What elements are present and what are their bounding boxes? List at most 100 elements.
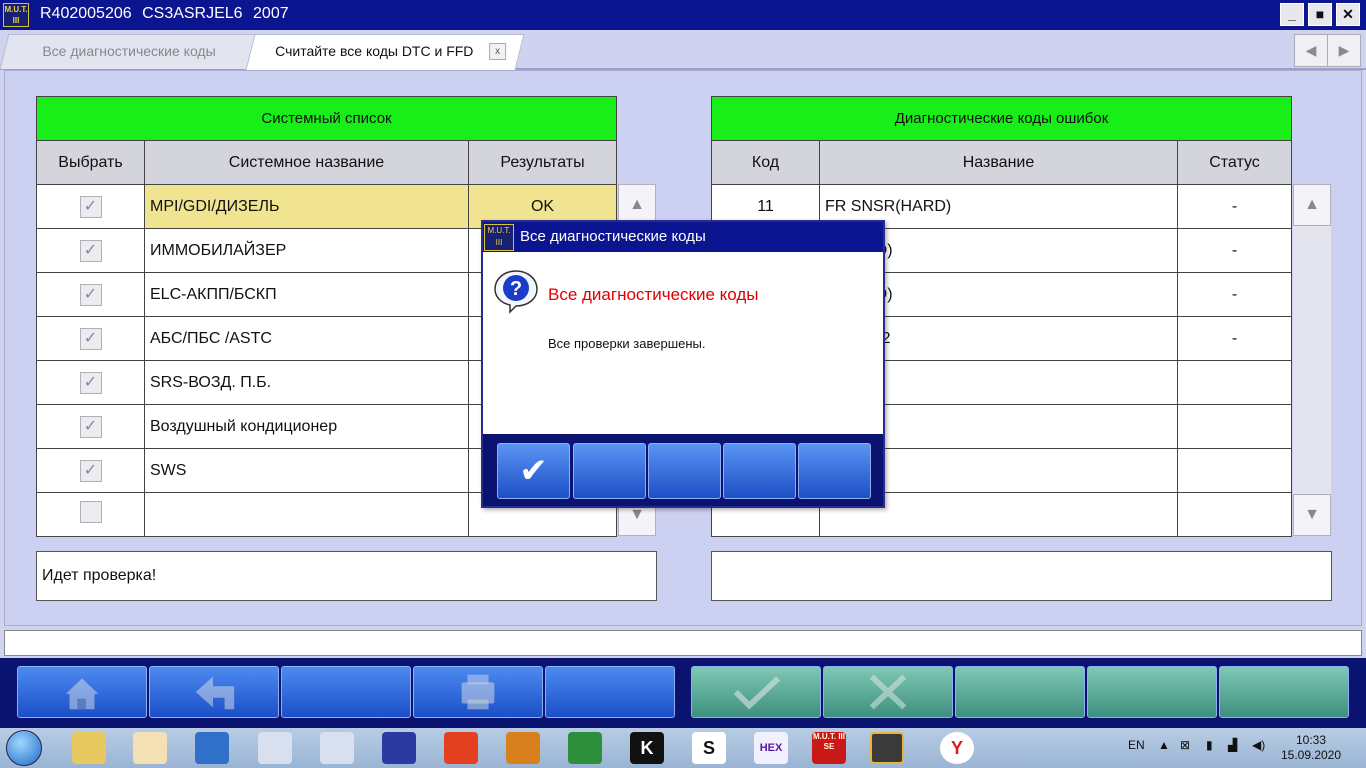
s-app-icon[interactable]: S	[692, 732, 726, 764]
tab-close-icon[interactable]: x	[489, 43, 507, 60]
dtc-title: Диагностические коды ошибок	[711, 96, 1292, 141]
toolbar-button[interactable]	[955, 666, 1085, 718]
tab-read-dtc-ffd[interactable]: Считайте все коды DTC и FFD x	[245, 34, 525, 70]
explorer-icon[interactable]	[72, 732, 106, 764]
checkbox[interactable]: ✓	[79, 459, 102, 482]
dtc-status	[1177, 492, 1292, 537]
checkmark-icon: ✔	[519, 452, 548, 490]
mmc-app-icon[interactable]	[870, 732, 904, 764]
dtc-scrollbar[interactable]: ▲ ▼	[1293, 184, 1331, 536]
window-title: R402005206 CS3ASRJEL6 2007	[40, 5, 289, 22]
checkbox[interactable]: ✓	[79, 195, 102, 218]
system-list-title: Системный список	[36, 96, 617, 141]
checkbox[interactable]: ✓	[79, 283, 102, 306]
camera-icon[interactable]	[506, 732, 540, 764]
toolbar-button[interactable]	[1219, 666, 1349, 718]
svg-text:?: ?	[510, 278, 522, 300]
checkbox[interactable]	[79, 501, 102, 523]
dtc-status	[1177, 360, 1292, 405]
tray-expand-icon[interactable]: ▲	[1158, 738, 1170, 752]
cancel-icon	[869, 674, 907, 710]
dialog-button[interactable]	[723, 443, 796, 499]
paint-icon[interactable]	[133, 732, 167, 764]
clock-date: 15.09.2020	[1280, 748, 1342, 762]
system-name: АБС/ПБС /ASTC	[144, 316, 469, 361]
checkbox[interactable]: ✓	[79, 415, 102, 438]
back-icon	[195, 676, 235, 710]
dialog-button[interactable]	[573, 443, 646, 499]
dialog-message: Все проверки завершены.	[548, 336, 706, 351]
no-sign-icon[interactable]	[444, 732, 478, 764]
scroll-down-icon[interactable]: ▼	[1293, 494, 1331, 536]
road-app-icon[interactable]	[568, 732, 602, 764]
dtc-status: -	[1177, 316, 1292, 361]
tab-label: Все диагностические коды	[42, 43, 216, 59]
floppy-icon[interactable]	[382, 732, 416, 764]
home-icon	[65, 678, 99, 710]
volume-icon[interactable]: ◀)	[1252, 738, 1265, 752]
toolbar-button[interactable]	[545, 666, 675, 718]
toolbar-button[interactable]	[1087, 666, 1217, 718]
scroll-up-icon[interactable]: ▲	[1293, 184, 1331, 226]
checkbox[interactable]: ✓	[79, 371, 102, 394]
tab-all-diagnostic-codes[interactable]: Все диагностические коды	[0, 34, 259, 69]
tab-label: Считайте все коды DTC и FFD	[275, 43, 474, 59]
clock-time: 10:33	[1295, 733, 1327, 747]
ok-button[interactable]: ✔	[497, 443, 570, 499]
column-header: Статус	[1177, 140, 1292, 185]
column-header: Код	[711, 140, 820, 185]
system-name	[144, 492, 469, 537]
toolbar-button[interactable]	[281, 666, 411, 718]
search-tool-icon[interactable]	[320, 732, 354, 764]
mut-app-icon[interactable]: M.U.T. III SE	[812, 732, 846, 764]
dialog-title-bar: M.U.T. III Все диагностические коды	[483, 222, 883, 252]
mut-logo: M.U.T. III	[484, 224, 514, 251]
dtc-status-box	[711, 551, 1332, 601]
search-tool-icon[interactable]	[258, 732, 292, 764]
battery-icon[interactable]: ▮	[1206, 738, 1213, 752]
checkmark-icon	[733, 676, 781, 710]
k-app-icon[interactable]: K	[630, 732, 664, 764]
column-header: Результаты	[468, 140, 617, 185]
back-button[interactable]	[149, 666, 279, 718]
system-name: MPI/GDI/ДИЗЕЛЬ	[144, 184, 469, 229]
start-button[interactable]	[6, 730, 42, 766]
close-button[interactable]: ✕	[1336, 3, 1360, 26]
message-strip	[4, 630, 1362, 656]
minimize-button[interactable]: _	[1280, 3, 1304, 26]
clock[interactable]: 10:33 15.09.2020	[1280, 733, 1342, 763]
dtc-status	[1177, 404, 1292, 449]
question-icon: ?	[494, 270, 538, 314]
printer-icon	[461, 674, 495, 710]
dialog-heading: Все диагностические коды	[548, 285, 759, 304]
home-button[interactable]	[17, 666, 147, 718]
checkbox[interactable]: ✓	[79, 239, 102, 262]
dtc-status	[1177, 448, 1292, 493]
system-name: SWS	[144, 448, 469, 493]
hex-app-icon[interactable]: HEX	[754, 732, 788, 764]
tab-next-button[interactable]: ▶	[1327, 34, 1361, 67]
dtc-status: -	[1177, 228, 1292, 273]
column-header: Выбрать	[36, 140, 145, 185]
dialog-button-bar: ✔	[483, 434, 883, 506]
signal-icon[interactable]: ▟	[1228, 738, 1237, 752]
column-header: Системное название	[144, 140, 469, 185]
system-status-box: Идет проверка!	[36, 551, 657, 601]
yandex-browser-icon[interactable]: Y	[940, 732, 974, 764]
cancel-button[interactable]	[823, 666, 953, 718]
dtc-status: -	[1177, 272, 1292, 317]
checkbox[interactable]: ✓	[79, 327, 102, 350]
tab-prev-button[interactable]: ◀	[1294, 34, 1328, 67]
system-name: ИММОБИЛАЙЗЕР	[144, 228, 469, 273]
confirm-button[interactable]	[691, 666, 821, 718]
completion-dialog: M.U.T. III Все диагностические коды ? Вс…	[481, 220, 885, 508]
network-icon[interactable]: ⊠	[1180, 738, 1190, 752]
maximize-button[interactable]: ■	[1308, 3, 1332, 26]
language-indicator[interactable]: EN	[1128, 738, 1145, 752]
dialog-button[interactable]	[798, 443, 871, 499]
mut-logo: M.U.T. III	[3, 3, 29, 27]
computer-icon[interactable]	[195, 732, 229, 764]
print-button[interactable]	[413, 666, 543, 718]
dialog-title: Все диагностические коды	[520, 228, 706, 245]
dialog-button[interactable]	[648, 443, 721, 499]
